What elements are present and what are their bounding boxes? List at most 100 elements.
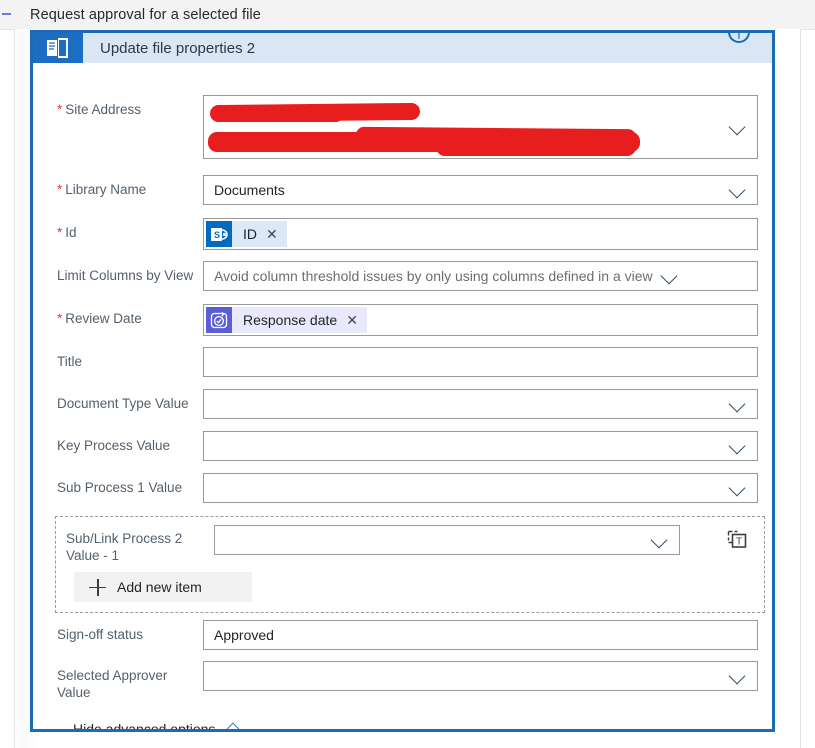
field-row-title: Title	[33, 347, 772, 377]
review-date-input[interactable]: Response date ✕	[203, 304, 758, 336]
chevron-down-icon[interactable]	[727, 477, 749, 499]
info-icon[interactable]: i	[728, 33, 750, 43]
library-name-value: Documents	[214, 182, 285, 198]
dynamic-token-response-date[interactable]: Response date ✕	[206, 307, 367, 333]
close-icon[interactable]: ✕	[346, 313, 358, 327]
chevron-down-icon[interactable]	[659, 265, 681, 287]
chevron-up-icon[interactable]	[223, 718, 245, 729]
limit-columns-by-view-combobox[interactable]: Avoid column threshold issues by only us…	[203, 261, 758, 291]
field-label-sign-off-status: Sign-off status	[57, 627, 144, 642]
field-control-library-name[interactable]: Documents	[203, 175, 758, 205]
field-label-sub-process-1-value: Sub Process 1 Value	[57, 480, 183, 495]
action-card-header[interactable]: Update file properties 2 i	[33, 33, 772, 63]
document-type-value	[212, 399, 216, 409]
field-control-sub-process-1-value[interactable]	[203, 473, 758, 503]
limit-columns-by-view-placeholder: Avoid column threshold issues by only us…	[214, 268, 653, 284]
field-label-review-date: * Review Date	[57, 311, 142, 326]
field-control-title[interactable]	[203, 347, 758, 377]
field-row-selected-approver-value: Selected Approver Value	[33, 661, 772, 701]
sub-process-1-value-combobox[interactable]	[203, 473, 758, 503]
selected-approver-value-combobox[interactable]	[203, 661, 758, 691]
repeating-group-label: Sub/Link Process 2 Value - 1	[66, 531, 183, 563]
key-process-value-combobox[interactable]	[203, 431, 758, 461]
field-label-id: * Id	[57, 225, 77, 240]
sharepoint-icon: S	[206, 221, 232, 247]
hide-advanced-options-toggle[interactable]: Hide advanced options	[73, 718, 245, 732]
field-control-site-address[interactable]	[203, 95, 758, 159]
library-name-combobox[interactable]: Documents	[203, 175, 758, 205]
field-row-library-name: * Library Name Documents	[33, 175, 772, 205]
dynamic-token-response-date-label: Response date	[243, 312, 338, 328]
field-label-site-address: * Site Address	[57, 102, 142, 117]
repeating-group-sub-link-process-2: Sub/Link Process 2 Value - 1 T Add new i…	[55, 516, 765, 613]
required-asterisk: *	[57, 225, 63, 240]
chevron-down-icon[interactable]	[727, 116, 749, 138]
key-process-value	[212, 441, 216, 451]
info-glyph: i	[737, 33, 741, 42]
sub-process-1-value	[212, 483, 216, 493]
field-label-title: Title	[57, 354, 83, 369]
sign-off-status-value: Approved	[214, 627, 274, 643]
sign-off-status-input[interactable]: Approved	[203, 620, 758, 650]
field-label-document-type-value: Document Type Value	[57, 396, 189, 411]
switch-to-text-mode-icon[interactable]: T	[726, 528, 748, 550]
right-divider	[800, 29, 801, 748]
sub-link-process-2-value	[223, 535, 227, 545]
required-asterisk: *	[57, 102, 63, 117]
required-asterisk: *	[57, 182, 63, 197]
chevron-down-icon[interactable]	[727, 179, 749, 201]
window-title-bar: Request approval for a selected file	[0, 0, 815, 30]
action-card[interactable]: Update file properties 2 i * Site Address	[30, 30, 775, 732]
document-type-value-combobox[interactable]	[203, 389, 758, 419]
field-row-review-date: * Review Date Response date ✕	[33, 304, 772, 336]
field-control-key-process-value[interactable]	[203, 431, 758, 461]
field-row-document-type-value: Document Type Value	[33, 389, 772, 419]
field-label-limit-columns-by-view: Limit Columns by View	[57, 268, 194, 283]
left-divider	[14, 29, 15, 748]
redaction-overlay	[206, 98, 717, 156]
field-control-id[interactable]: S ID ✕	[203, 218, 758, 250]
plus-icon	[89, 578, 106, 596]
field-row-sign-off-status: Sign-off status Approved	[33, 620, 772, 650]
field-row-site-address: * Site Address	[33, 95, 772, 159]
sharepoint-update-file-icon	[33, 33, 83, 63]
field-control-sign-off-status[interactable]: Approved	[203, 620, 758, 650]
window-title: Request approval for a selected file	[30, 6, 261, 23]
field-row-limit-columns-by-view: Limit Columns by View Avoid column thres…	[33, 261, 772, 291]
action-card-title: Update file properties 2	[100, 39, 256, 57]
sub-link-process-2-value-combobox[interactable]	[214, 525, 680, 555]
svg-text:S: S	[214, 230, 220, 240]
selected-approver-value	[212, 671, 216, 681]
field-control-document-type-value[interactable]	[203, 389, 758, 419]
dynamic-token-id[interactable]: S ID ✕	[206, 221, 287, 247]
chevron-down-icon[interactable]	[727, 393, 749, 415]
chevron-down-icon[interactable]	[727, 435, 749, 457]
dynamic-token-response-date-body: Response date ✕	[232, 307, 367, 333]
close-icon[interactable]: ✕	[266, 227, 278, 241]
field-control-limit-columns-by-view[interactable]: Avoid column threshold issues by only us…	[203, 261, 758, 291]
field-row-sub-process-1-value: Sub Process 1 Value	[33, 473, 772, 503]
site-address-combobox[interactable]	[203, 95, 758, 159]
dynamic-token-id-body: ID ✕	[232, 221, 287, 247]
svg-text:T: T	[736, 537, 742, 548]
add-new-item-label: Add new item	[117, 579, 202, 595]
field-label-selected-approver-value: Selected Approver Value	[57, 668, 168, 700]
field-row-id: * Id S ID ✕	[33, 218, 772, 250]
field-control-review-date[interactable]: Response date ✕	[203, 304, 758, 336]
dynamic-token-id-label: ID	[243, 226, 257, 242]
field-label-key-process-value: Key Process Value	[57, 438, 171, 453]
approvals-icon	[206, 307, 232, 333]
id-input[interactable]: S ID ✕	[203, 218, 758, 250]
field-row-key-process-value: Key Process Value	[33, 431, 772, 461]
repeating-group-tools: T	[720, 525, 754, 550]
back-arrow-icon[interactable]	[2, 7, 18, 23]
hide-advanced-options-label: Hide advanced options	[73, 721, 216, 732]
repeating-group-row: Sub/Link Process 2 Value - 1 T	[66, 525, 754, 564]
field-label-library-name: * Library Name	[57, 182, 147, 197]
field-control-selected-approver-value[interactable]	[203, 661, 758, 691]
repeating-group-field[interactable]	[214, 525, 680, 555]
add-new-item-button[interactable]: Add new item	[74, 572, 252, 602]
title-input[interactable]	[203, 347, 758, 377]
chevron-down-icon[interactable]	[649, 529, 671, 551]
chevron-down-icon[interactable]	[727, 665, 749, 687]
